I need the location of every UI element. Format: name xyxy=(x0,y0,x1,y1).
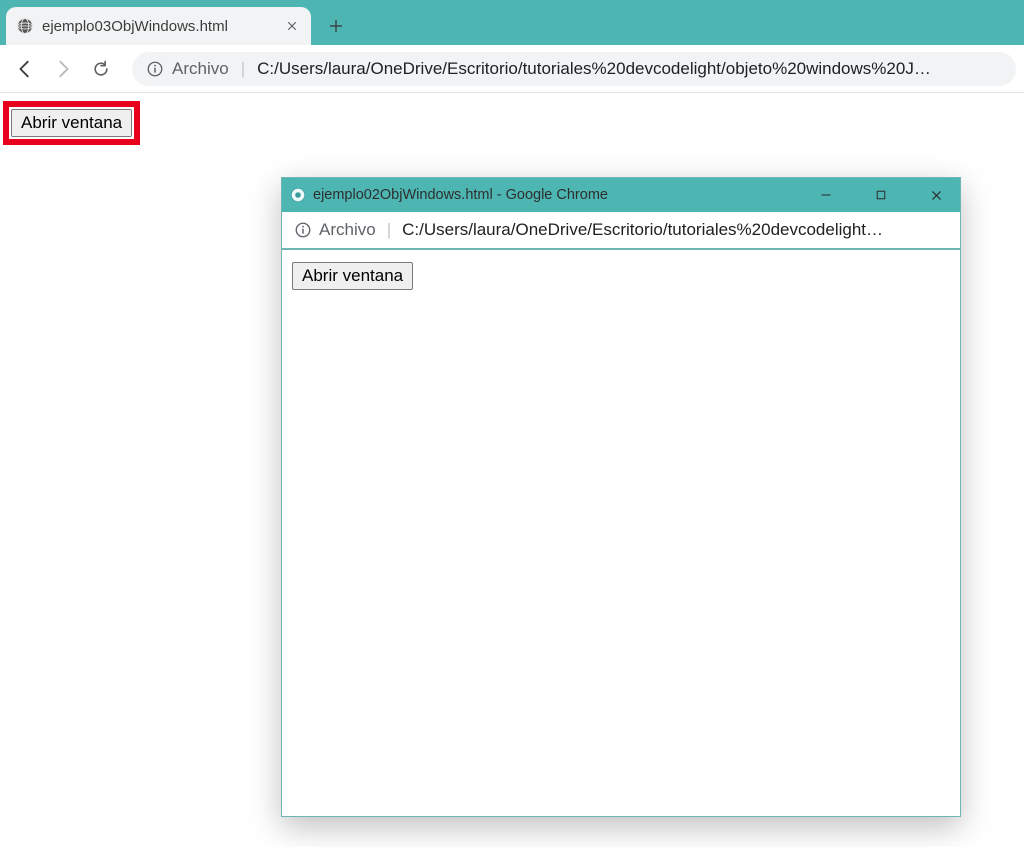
reload-button[interactable] xyxy=(84,52,118,86)
forward-button[interactable] xyxy=(46,52,80,86)
window-close-button[interactable] xyxy=(912,178,960,212)
url-scheme-label: Archivo xyxy=(319,220,376,240)
window-minimize-button[interactable] xyxy=(802,178,850,212)
chrome-app-icon xyxy=(290,187,306,203)
separator: | xyxy=(237,59,249,79)
url-text: C:/Users/laura/OneDrive/Escritorio/tutor… xyxy=(402,220,883,240)
open-window-button[interactable]: Abrir ventana xyxy=(292,262,413,290)
info-icon xyxy=(146,60,164,78)
tab-close-button[interactable] xyxy=(283,17,301,35)
popup-window: ejemplo02ObjWindows.html - Google Chrome… xyxy=(281,177,961,817)
info-icon xyxy=(294,221,312,239)
popup-title-bar[interactable]: ejemplo02ObjWindows.html - Google Chrome xyxy=(282,178,960,212)
browser-tab-strip: ejemplo03ObjWindows.html xyxy=(0,0,1024,45)
address-bar[interactable]: Archivo | C:/Users/laura/OneDrive/Escrit… xyxy=(132,52,1016,86)
annotation-highlight: Abrir ventana xyxy=(3,101,140,145)
popup-address-bar[interactable]: Archivo | C:/Users/laura/OneDrive/Escrit… xyxy=(282,212,960,250)
url-scheme-label: Archivo xyxy=(172,59,229,79)
globe-favicon-icon xyxy=(16,17,34,35)
window-maximize-button[interactable] xyxy=(857,178,905,212)
browser-tab[interactable]: ejemplo03ObjWindows.html xyxy=(6,7,311,45)
separator: | xyxy=(383,220,395,240)
tab-title: ejemplo03ObjWindows.html xyxy=(42,18,275,35)
popup-title: ejemplo02ObjWindows.html - Google Chrome xyxy=(313,187,608,203)
url-text: C:/Users/laura/OneDrive/Escritorio/tutor… xyxy=(257,59,931,79)
browser-toolbar: Archivo | C:/Users/laura/OneDrive/Escrit… xyxy=(0,45,1024,93)
open-window-button[interactable]: Abrir ventana xyxy=(11,109,132,137)
popup-page-content: Abrir ventana xyxy=(282,252,960,816)
new-tab-button[interactable] xyxy=(321,11,351,41)
back-button[interactable] xyxy=(8,52,42,86)
